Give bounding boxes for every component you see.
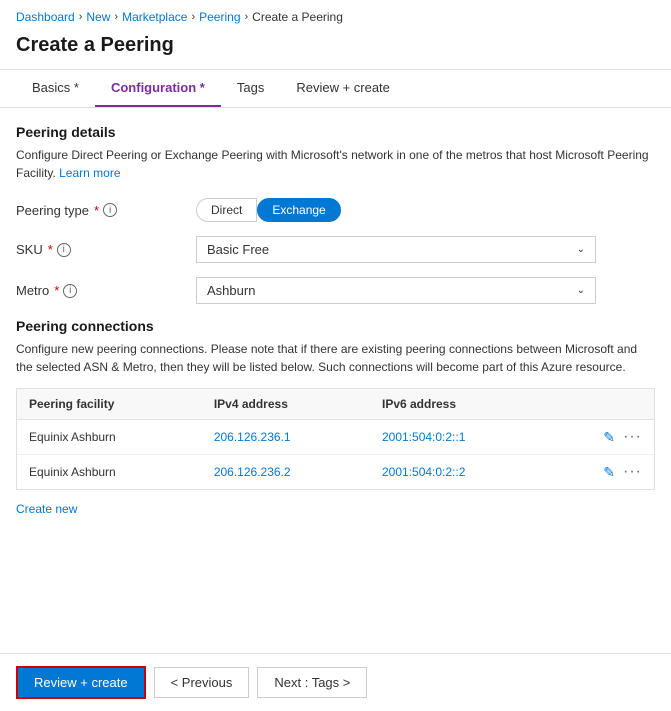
ipv4-cell: 206.126.236.1 xyxy=(202,420,370,455)
tab-review-create[interactable]: Review + create xyxy=(280,70,406,107)
review-create-button[interactable]: Review + create xyxy=(16,666,146,699)
previous-button[interactable]: < Previous xyxy=(154,667,250,698)
breadcrumb-current: Create a Peering xyxy=(252,10,343,24)
connections-description: Configure new peering connections. Pleas… xyxy=(16,340,655,376)
table-row: Equinix Ashburn 206.126.236.2 2001:504:0… xyxy=(17,455,654,490)
sku-chevron-icon: ⌄ xyxy=(577,244,585,255)
next-button[interactable]: Next : Tags > xyxy=(257,667,367,698)
connections-title: Peering connections xyxy=(16,318,655,334)
peering-details-section: Peering details Configure Direct Peering… xyxy=(16,124,655,304)
peering-type-info-icon[interactable]: i xyxy=(103,203,117,217)
more-icon[interactable]: ··· xyxy=(623,463,642,481)
metro-value: Ashburn xyxy=(207,283,255,298)
tab-configuration[interactable]: Configuration * xyxy=(95,70,221,107)
ipv4-link[interactable]: 206.126.236.1 xyxy=(214,430,291,444)
sku-value: Basic Free xyxy=(207,242,269,257)
peering-type-label: Peering type * i xyxy=(16,203,196,218)
breadcrumb-dashboard[interactable]: Dashboard xyxy=(16,10,75,24)
main-content: Peering details Configure Direct Peering… xyxy=(0,108,671,532)
metro-info-icon[interactable]: i xyxy=(63,284,77,298)
learn-more-link[interactable]: Learn more xyxy=(59,166,120,180)
sku-info-icon[interactable]: i xyxy=(57,243,71,257)
page-title: Create a Peering xyxy=(0,30,671,70)
sku-label: SKU * i xyxy=(16,242,196,257)
ipv6-cell: 2001:504:0:2::1 xyxy=(370,420,549,455)
row-actions: ✎ ··· xyxy=(561,463,642,481)
footer: Review + create < Previous Next : Tags > xyxy=(0,653,671,711)
table-row: Equinix Ashburn 206.126.236.1 2001:504:0… xyxy=(17,420,654,455)
col-ipv4: IPv4 address xyxy=(202,389,370,420)
facility-cell: Equinix Ashburn xyxy=(17,455,202,490)
ipv6-link[interactable]: 2001:504:0:2::1 xyxy=(382,430,465,444)
metro-dropdown[interactable]: Ashburn ⌄ xyxy=(196,277,596,304)
ipv4-cell: 206.126.236.2 xyxy=(202,455,370,490)
metro-chevron-icon: ⌄ xyxy=(577,285,585,296)
breadcrumb-marketplace[interactable]: Marketplace xyxy=(122,10,187,24)
facility-cell: Equinix Ashburn xyxy=(17,420,202,455)
peering-connections-section: Peering connections Configure new peerin… xyxy=(16,318,655,516)
tab-basics[interactable]: Basics * xyxy=(16,70,95,107)
ipv6-cell: 2001:504:0:2::2 xyxy=(370,455,549,490)
row-actions: ✎ ··· xyxy=(561,428,642,446)
peering-details-description: Configure Direct Peering or Exchange Pee… xyxy=(16,146,655,182)
edit-icon[interactable]: ✎ xyxy=(603,464,615,481)
create-new-link[interactable]: Create new xyxy=(16,502,77,516)
more-icon[interactable]: ··· xyxy=(623,428,642,446)
tabs: Basics * Configuration * Tags Review + c… xyxy=(0,70,671,108)
breadcrumb: Dashboard › New › Marketplace › Peering … xyxy=(0,0,671,30)
col-facility: Peering facility xyxy=(17,389,202,420)
edit-icon[interactable]: ✎ xyxy=(603,429,615,446)
direct-toggle-btn[interactable]: Direct xyxy=(196,198,257,222)
tab-tags[interactable]: Tags xyxy=(221,70,280,107)
peering-type-toggle: Direct Exchange xyxy=(196,198,341,222)
peering-details-title: Peering details xyxy=(16,124,655,140)
ipv4-link[interactable]: 206.126.236.2 xyxy=(214,465,291,479)
sku-row: SKU * i Basic Free ⌄ xyxy=(16,236,655,263)
exchange-toggle-btn[interactable]: Exchange xyxy=(257,198,340,222)
ipv6-link[interactable]: 2001:504:0:2::2 xyxy=(382,465,465,479)
breadcrumb-peering[interactable]: Peering xyxy=(199,10,240,24)
table-header-row: Peering facility IPv4 address IPv6 addre… xyxy=(17,389,654,420)
col-ipv6: IPv6 address xyxy=(370,389,549,420)
metro-row: Metro * i Ashburn ⌄ xyxy=(16,277,655,304)
metro-label: Metro * i xyxy=(16,283,196,298)
breadcrumb-new[interactable]: New xyxy=(86,10,110,24)
peering-table: Peering facility IPv4 address IPv6 addre… xyxy=(16,388,655,490)
sku-dropdown[interactable]: Basic Free ⌄ xyxy=(196,236,596,263)
peering-type-row: Peering type * i Direct Exchange xyxy=(16,198,655,222)
